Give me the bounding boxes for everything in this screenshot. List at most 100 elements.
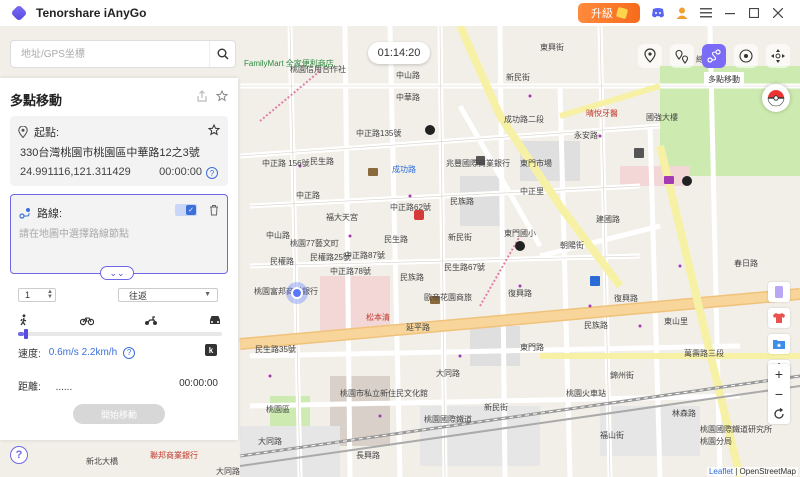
walk-icon[interactable] [18,314,30,326]
trash-icon[interactable] [209,204,219,216]
export-icon[interactable] [196,90,208,102]
map-label: 長興路 [356,451,380,460]
distance-time: 00:00:00 [179,378,218,389]
speed-slider-handle[interactable] [24,329,29,339]
chevron-down-icon: ▼ [204,291,211,298]
joystick-icon [739,49,753,63]
direction-mode-button[interactable] [766,44,790,68]
keyboard-shortcut-icon[interactable]: k [205,344,217,356]
zoom-controls: + − [768,364,790,424]
menu-icon[interactable] [698,5,714,21]
bicycle-icon[interactable] [80,314,94,326]
stepper-arrows-icon[interactable]: ▲ ▼ [47,289,53,300]
map-label: 福山街 [600,431,624,440]
start-moving-button[interactable]: 開始移動 [73,404,165,424]
map-label: 復興路 [508,289,532,298]
two-spot-mode-button[interactable] [670,44,694,68]
loop-count-stepper[interactable]: 1 ▲ ▼ [18,288,56,302]
map-label: 東門國小 [504,229,536,238]
app-window: Tenorshare iAnyGo 升級 民生路 中山路 中正路 156號 中正… [0,0,800,477]
map-label: 林森路 [672,409,696,418]
cooldown-timer: 01:14:20 [368,42,430,64]
map-label: 福大天宮 [326,213,358,222]
title-bar: Tenorshare iAnyGo 升級 [0,0,800,26]
search-input[interactable] [11,41,209,67]
pokeball-icon [767,90,785,107]
map-label: 民生路 [384,235,408,244]
help-icon[interactable]: ? [206,167,218,179]
user-icon[interactable] [674,5,690,21]
map-label: 桃園火車站 [566,389,606,398]
zoom-in-button[interactable]: + [768,364,790,384]
map-label: 中正路135號 [356,129,402,138]
map-label: 新民街 [484,403,508,412]
map-label: 中山路 [266,231,290,240]
teleport-mode-button[interactable] [638,44,662,68]
distance-row: 距離: ...... 00:00:00 [18,378,218,393]
loop-control: 1 ▲ ▼ [18,288,56,302]
route-card[interactable]: 路線: ✓ 請在地圖中選擇路線節點 [10,194,228,274]
search-bar [10,40,236,68]
map-attribution: Leaflet | OpenStreetMap [706,467,798,476]
map-label: 延平路 [406,323,430,332]
maximize-icon[interactable] [746,5,762,21]
search-button[interactable] [209,41,235,67]
favorite-star-icon[interactable] [216,90,228,102]
map-label: 兆豐國際商業銀行 [446,159,510,168]
current-location-marker[interactable] [286,282,308,304]
close-icon[interactable] [770,5,786,21]
favorites-button[interactable] [768,334,790,354]
search-icon [217,48,228,60]
map-label: 永安路 [574,131,598,140]
start-address: 330台灣桃園市桃園區中華路12之3號 [20,147,200,159]
map-label: 民族路 [450,197,474,206]
map-label: 聯邦商業銀行 [150,451,198,460]
map-label: 新民街 [448,233,472,242]
car-icon[interactable] [208,314,222,326]
map-label: 大同路 [258,437,282,446]
distance-label: 距離: [18,382,41,393]
device-button[interactable] [768,282,790,302]
joystick-mode-button[interactable] [734,44,758,68]
folder-star-icon [773,340,785,349]
map-label: 春日路 [734,259,758,268]
speed-row: 速度: 0.6m/s 2.2km/h ? [18,345,136,360]
route-toggle[interactable]: ✓ [175,204,197,216]
zoom-out-button[interactable]: − [768,384,790,404]
map-label: 東門路 [520,343,544,352]
mode-toolbar [638,44,790,68]
outfit-button[interactable] [768,308,790,328]
map-label: 桃園區 [266,405,290,414]
map-label: 民權路 [270,257,294,266]
speed-slider[interactable] [18,329,222,339]
upgrade-button[interactable]: 升級 [578,3,640,23]
map-label: 建國路 [596,215,620,224]
map-label: 松本清 [366,313,390,322]
pokemon-go-button[interactable] [762,84,790,112]
help-button[interactable]: ? [10,446,28,464]
discord-icon[interactable] [650,5,666,21]
minimize-icon[interactable] [722,5,738,21]
map-label: 中正路62號 [390,203,431,212]
expand-button[interactable]: ⌄⌄ [100,266,134,280]
teleport-pin-icon [644,48,656,63]
map-label: 國強大樓 [646,113,678,122]
map-label: 中正里 [520,187,544,196]
multi-spot-icon [707,49,721,63]
map-label: 新北大橋 [86,457,118,466]
leaflet-link[interactable]: Leaflet [709,467,733,476]
map-label: 復興路 [614,294,638,303]
route-mode-select[interactable]: 往返 ▼ [118,288,218,302]
speed-help-icon[interactable]: ? [123,346,136,359]
map-label: 民生路35號 [255,345,296,354]
map-label: 中正路 156號 [262,159,310,168]
reset-button[interactable] [768,404,790,424]
motorcycle-icon[interactable] [144,314,158,326]
transport-modes [18,314,222,326]
map-label: 中正路 [296,191,320,200]
map-label: 民族路 [400,273,424,282]
osm-attribution[interactable]: | OpenStreetMap [733,467,796,476]
star-icon[interactable] [208,124,220,136]
map-label: 大同路 [216,467,240,476]
multi-spot-mode-button[interactable] [702,44,726,68]
